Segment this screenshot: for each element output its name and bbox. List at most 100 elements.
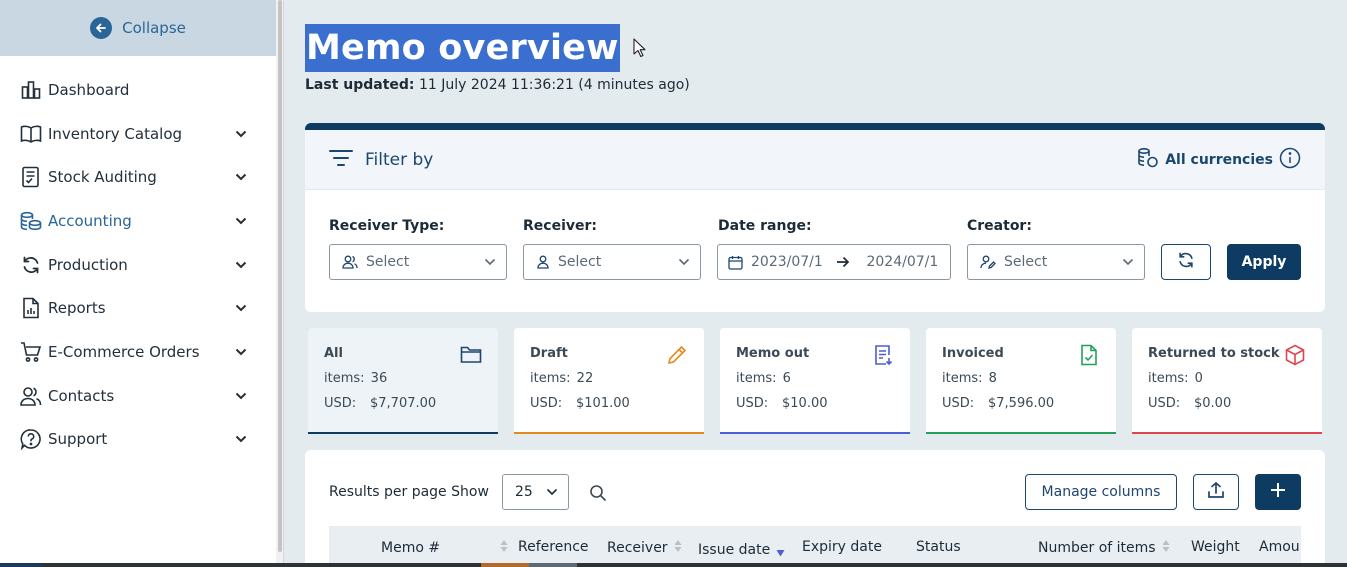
sidebar: Collapse Dashboard Inventory Catalog Sto… [0, 0, 276, 563]
collapse-label: Collapse [122, 19, 186, 37]
sidebar-item-production[interactable]: Production [0, 243, 276, 287]
search-icon[interactable] [589, 484, 607, 506]
column-label: Reference [518, 539, 589, 555]
card-items-label: items: [736, 371, 777, 386]
column-header-memo[interactable]: Memo # [381, 539, 508, 557]
collapse-button[interactable]: Collapse [0, 0, 276, 56]
apply-button[interactable]: Apply [1227, 244, 1301, 280]
column-label: Memo # [381, 540, 441, 556]
card-items-label: items: [324, 371, 365, 386]
column-header-amount[interactable]: Amou [1259, 539, 1300, 555]
receiver-type-select[interactable]: Select [329, 244, 507, 280]
per-page-select[interactable]: 25 [502, 474, 569, 510]
receiver-select[interactable]: Select [523, 244, 701, 280]
folder-icon [460, 344, 482, 366]
manage-columns-button[interactable]: Manage columns [1025, 474, 1177, 510]
creator-value: Select [1004, 254, 1048, 270]
add-memo-button[interactable] [1255, 474, 1301, 510]
chevron-down-icon [484, 254, 496, 270]
clipboard-check-icon [20, 166, 42, 188]
chevron-down-icon [234, 214, 248, 228]
status-card-invoiced[interactable]: Invoiced items: 8 USD: $7,596.00 [926, 328, 1116, 434]
arrow-right-icon [836, 256, 850, 268]
sidebar-item-label: Support [48, 430, 108, 449]
plus-icon [1270, 482, 1286, 502]
card-amount: $0.00 [1194, 396, 1232, 411]
currency-label: All currencies [1165, 151, 1273, 168]
sort-desc-icon [776, 545, 785, 561]
card-amount: $7,707.00 [370, 396, 437, 411]
status-card-all[interactable]: All items: 36 USD: $7,707.00 [308, 328, 498, 434]
box-icon [1284, 344, 1306, 366]
info-icon[interactable] [1279, 147, 1301, 173]
taskbar-item[interactable] [481, 563, 529, 567]
receiver-type-value: Select [366, 254, 410, 270]
sidebar-item-stock-auditing[interactable]: Stock Auditing [0, 155, 276, 199]
reset-filters-button[interactable] [1161, 244, 1211, 280]
card-currency: USD: [736, 396, 769, 411]
taskbar-item[interactable] [529, 563, 577, 567]
column-header-status[interactable]: Status [916, 539, 961, 555]
date-range-picker[interactable]: 2023/07/1 2024/07/1 [717, 244, 951, 280]
receiver-value: Select [558, 254, 602, 270]
column-header-number-of-items[interactable]: Number of items [1038, 539, 1170, 557]
filter-lines-icon [329, 148, 353, 172]
column-header-expiry-date[interactable]: Expiry date [802, 539, 882, 555]
chevron-down-icon [1122, 254, 1134, 270]
column-label: Expiry date [802, 539, 882, 555]
page-title: Memo overview [305, 24, 620, 72]
card-items-count: 36 [370, 371, 388, 386]
sort-icon [1162, 539, 1170, 557]
sidebar-item-dashboard[interactable]: Dashboard [0, 68, 276, 112]
date-from[interactable]: 2023/07/1 [751, 254, 830, 270]
dashboard-icon [20, 79, 42, 101]
last-updated-label: Last updated: [305, 77, 415, 93]
pencil-icon [666, 344, 688, 366]
card-title: Returned to stock [1148, 346, 1280, 361]
card-items-count: 8 [988, 371, 997, 386]
column-header-issue-date[interactable]: Issue date [698, 539, 785, 561]
currency-selector[interactable]: All currencies [1137, 147, 1301, 173]
sidebar-item-contacts[interactable]: Contacts [0, 374, 276, 418]
date-to[interactable]: 2024/07/1 [866, 254, 940, 270]
filter-header: Filter by All currencies [305, 130, 1325, 190]
card-currency: USD: [942, 396, 975, 411]
card-items-label: items: [1148, 371, 1189, 386]
column-header-weight[interactable]: Weight [1191, 539, 1240, 555]
results-per-page-label: Results per page Show [329, 484, 489, 500]
filter-fields: Receiver Type: Select Receiver: Select D… [305, 190, 1325, 310]
export-button[interactable] [1193, 474, 1239, 510]
sidebar-item-inventory-catalog[interactable]: Inventory Catalog [0, 112, 276, 156]
column-label: Receiver [607, 540, 668, 556]
sidebar-item-label: Contacts [48, 386, 115, 405]
status-card-draft[interactable]: Draft items: 22 USD: $101.00 [514, 328, 704, 434]
taskbar-item[interactable] [0, 563, 42, 567]
sidebar-item-ecommerce-orders[interactable]: E-Commerce Orders [0, 330, 276, 374]
card-currency: USD: [1148, 396, 1181, 411]
sort-icon [674, 539, 682, 557]
status-card-returned-to-stock[interactable]: Returned to stock items: 0 USD: $0.00 [1132, 328, 1322, 434]
column-label: Number of items [1038, 540, 1156, 556]
taskbar [0, 563, 1347, 567]
card-items-label: items: [530, 371, 571, 386]
column-header-receiver[interactable]: Receiver [607, 539, 682, 557]
card-amount: $7,596.00 [988, 396, 1055, 411]
card-amount: $10.00 [782, 396, 828, 411]
filter-panel: Filter by All currencies Receiver Type: … [305, 123, 1325, 312]
user-icon [536, 255, 550, 269]
upload-icon [1207, 481, 1225, 503]
status-card-memo-out[interactable]: Memo out items: 6 USD: $10.00 [720, 328, 910, 434]
users-icon [20, 385, 42, 407]
sidebar-item-accounting[interactable]: Accounting [0, 199, 276, 243]
sidebar-nav: Dashboard Inventory Catalog Stock Auditi… [0, 56, 276, 461]
creator-select[interactable]: Select [967, 244, 1145, 280]
sidebar-item-label: Inventory Catalog [48, 124, 183, 143]
table-panel: Results per page Show 25 Manage columns … [305, 450, 1325, 567]
coins-icon [1137, 147, 1159, 173]
sidebar-scrollbar-thumb[interactable] [278, 0, 282, 552]
card-currency: USD: [530, 396, 563, 411]
status-cards: All items: 36 USD: $7,707.00 Draft items:… [308, 328, 1322, 434]
sidebar-item-support[interactable]: Support [0, 418, 276, 462]
sidebar-item-reports[interactable]: Reports [0, 286, 276, 330]
column-header-reference[interactable]: Reference [518, 539, 589, 555]
